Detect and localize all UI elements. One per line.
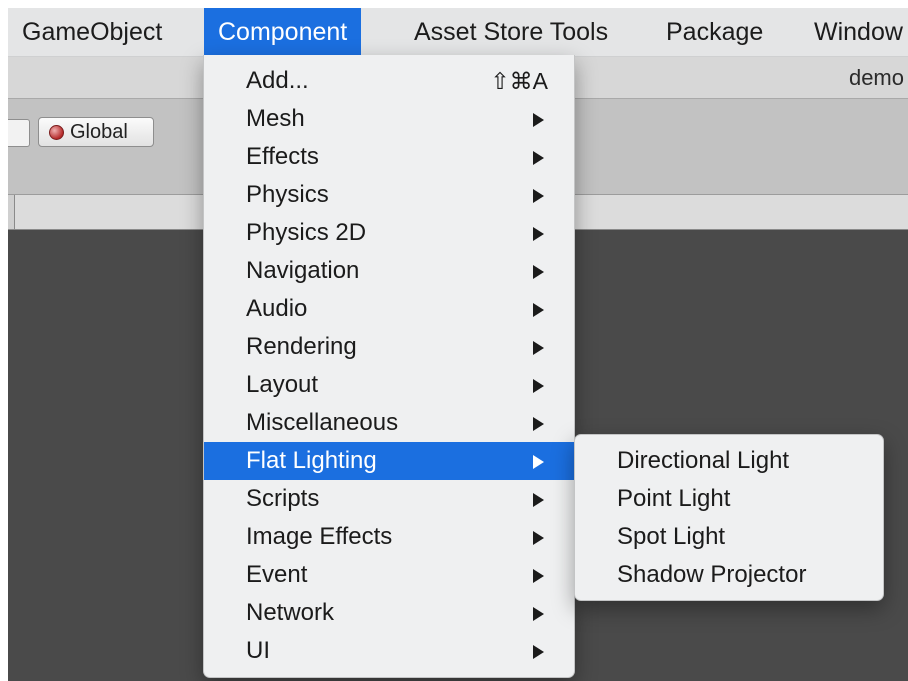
- menu-window[interactable]: Window: [800, 8, 908, 56]
- menu-item-physics[interactable]: Physics: [204, 176, 574, 214]
- submenu-item-shadow-projector[interactable]: Shadow Projector: [575, 556, 883, 594]
- menu-item-label: UI: [246, 637, 270, 664]
- menu-item-layout[interactable]: Layout: [204, 366, 574, 404]
- triangle-right-icon: [533, 227, 544, 241]
- menu-item-label: Navigation: [246, 257, 360, 284]
- menu-item-flat-lighting[interactable]: Flat Lighting: [204, 442, 574, 480]
- menu-item-label: Physics: [246, 181, 329, 208]
- menu-item-navigation[interactable]: Navigation: [204, 252, 574, 290]
- menu-item-event[interactable]: Event: [204, 556, 574, 594]
- triangle-right-icon: [533, 569, 544, 583]
- triangle-right-icon: [533, 607, 544, 621]
- menu-item-rendering[interactable]: Rendering: [204, 328, 574, 366]
- triangle-right-icon: [533, 151, 544, 165]
- menu-item-label: Physics 2D: [246, 219, 367, 246]
- global-toggle-label: Global: [70, 121, 128, 143]
- window-title: demo: [848, 65, 904, 90]
- menu-package[interactable]: Package: [652, 8, 777, 56]
- menu-item-image-effects[interactable]: Image Effects: [204, 518, 574, 556]
- menu-item-scripts[interactable]: Scripts: [204, 480, 574, 518]
- menu-item-label: Layout: [246, 371, 319, 398]
- triangle-right-icon: [533, 303, 544, 317]
- triangle-right-icon: [533, 493, 544, 507]
- triangle-right-icon: [533, 265, 544, 279]
- menu-item-mesh[interactable]: Mesh: [204, 100, 574, 138]
- menu-item-label: Scripts: [246, 485, 320, 512]
- menu-item-label: Image Effects: [246, 523, 393, 550]
- menu-item-label: Audio: [246, 295, 308, 322]
- menubar: GameObject Component Asset Store Tools P…: [8, 8, 908, 57]
- menu-item-network[interactable]: Network: [204, 594, 574, 632]
- triangle-right-icon: [533, 113, 544, 127]
- menu-item-add[interactable]: Add... ⇧⌘A: [204, 62, 574, 100]
- menu-item-label: Effects: [246, 143, 319, 170]
- flat-lighting-submenu: Directional Light Point Light Spot Light…: [574, 434, 884, 601]
- triangle-right-icon: [533, 189, 544, 203]
- submenu-item-point-light[interactable]: Point Light: [575, 480, 883, 518]
- menu-component[interactable]: Component: [204, 8, 362, 56]
- menu-item-label: Rendering: [246, 333, 357, 360]
- menu-item-miscellaneous[interactable]: Miscellaneous: [204, 404, 574, 442]
- toolbar-left-button[interactable]: [8, 119, 30, 147]
- menu-gameobject[interactable]: GameObject: [8, 8, 176, 56]
- menu-item-label: Event: [246, 561, 308, 588]
- menu-item-label: Add...: [246, 67, 309, 94]
- menu-item-effects[interactable]: Effects: [204, 138, 574, 176]
- triangle-right-icon: [533, 645, 544, 659]
- panel-tab[interactable]: [8, 195, 15, 229]
- menu-item-label: Flat Lighting: [246, 447, 377, 474]
- menu-item-label: Network: [246, 599, 335, 626]
- globe-icon: [49, 124, 64, 140]
- menu-item-label: Miscellaneous: [246, 409, 399, 436]
- menu-asset-store-tools[interactable]: Asset Store Tools: [400, 8, 622, 56]
- triangle-right-icon: [533, 455, 544, 469]
- menu-item-ui[interactable]: UI: [204, 632, 574, 670]
- menu-item-audio[interactable]: Audio: [204, 290, 574, 328]
- menu-item-shortcut: ⇧⌘A: [490, 68, 548, 94]
- submenu-item-spot-light[interactable]: Spot Light: [575, 518, 883, 556]
- menu-item-physics-2d[interactable]: Physics 2D: [204, 214, 574, 252]
- triangle-right-icon: [533, 417, 544, 431]
- menu-item-label: Mesh: [246, 105, 305, 132]
- global-toggle-button[interactable]: Global: [38, 117, 154, 147]
- triangle-right-icon: [533, 531, 544, 545]
- component-menu: Add... ⇧⌘A Mesh Effects Physics Physics …: [203, 55, 575, 678]
- submenu-item-directional-light[interactable]: Directional Light: [575, 442, 883, 480]
- triangle-right-icon: [533, 379, 544, 393]
- triangle-right-icon: [533, 341, 544, 355]
